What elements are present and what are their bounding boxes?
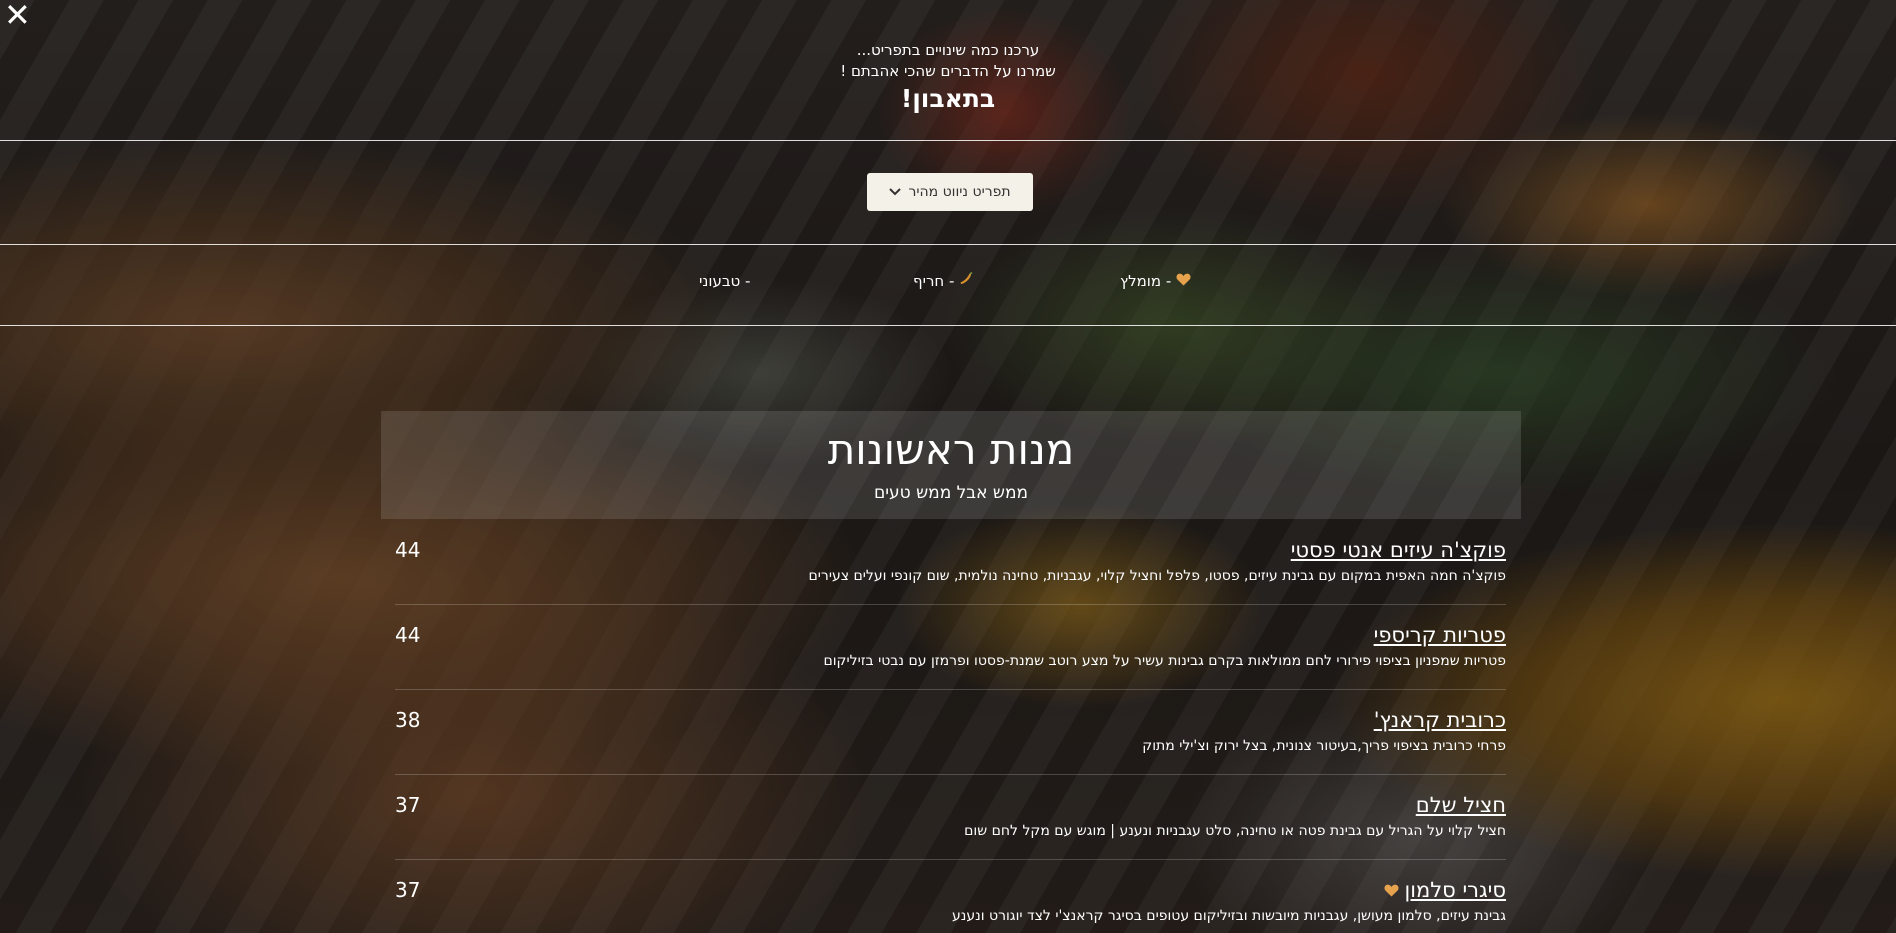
section-subtitle: ממש אבל ממש טעים [873, 483, 1029, 503]
chili-icon [959, 271, 973, 290]
intro-line-2: שמרנו על הדברים שהכי אהבתם ! [840, 62, 1056, 80]
menu-item: חציל שלם חציל קלוי על הגריל עם גבינת פטה… [395, 775, 1506, 860]
menu-item-name[interactable]: כרובית קראנץ' [1374, 707, 1506, 733]
legend-vegan: - טבעוני [699, 270, 750, 292]
menu-item: סיגרי סלמון גבינת עיזים, סלמון מעושן, עג… [395, 860, 1506, 933]
menu-item-description: פרחי כרובית בציפוי פריך,בעיטור צנונית, ב… [1142, 738, 1506, 754]
menu-list: פוקצ'ה עיזים אנטי פסטי פוקצ'ה חמה האפית … [395, 520, 1506, 933]
menu-item-name-text: חציל שלם [1415, 793, 1506, 817]
intro-headline: בתאבון! [900, 84, 996, 113]
heart-icon [1384, 879, 1399, 905]
menu-item: פטריות קריספי פטריות שמפניון בציפוי פירו… [395, 605, 1506, 690]
menu-item-price: 37 [395, 793, 421, 817]
quick-nav-button[interactable]: תפריט ניווט מהיר [867, 173, 1033, 211]
quick-nav-label: תפריט ניווט מהיר [908, 184, 1011, 200]
menu-item-name[interactable]: פוקצ'ה עיזים אנטי פסטי [1291, 537, 1506, 563]
menu-item-name-text: פטריות קריספי [1373, 623, 1506, 647]
menu-item-description: גבינת עיזים, סלמון מעושן, עגבניות מיובשו… [952, 908, 1506, 924]
legend-vegan-label: - טבעוני [699, 272, 751, 290]
legend-spicy-label: - חריף [913, 272, 955, 290]
legend-recommended: - מומלץ [1120, 270, 1191, 292]
menu-item-description: פוקצ'ה חמה האפית במקום עם גבינת עיזים, פ… [808, 568, 1506, 584]
menu-item-name[interactable]: חציל שלם [1416, 792, 1506, 818]
menu-item-name-text: כרובית קראנץ' [1373, 708, 1506, 732]
intro-line-1: ערכנו כמה שינויים בתפריט... [856, 41, 1040, 59]
menu-item: פוקצ'ה עיזים אנטי פסטי פוקצ'ה חמה האפית … [395, 520, 1506, 605]
menu-item-price: 44 [395, 538, 421, 562]
menu-item-price: 38 [395, 708, 421, 732]
menu-item-name[interactable]: פטריות קריספי [1374, 622, 1506, 648]
menu-item-name[interactable]: סיגרי סלמון [1384, 877, 1506, 905]
intro-message: ערכנו כמה שינויים בתפריט... שמרנו על הדב… [0, 40, 1896, 114]
menu-item-price: 37 [395, 878, 421, 902]
chevron-down-icon [889, 185, 902, 199]
menu-item-name-text: פוקצ'ה עיזים אנטי פסטי [1290, 538, 1506, 562]
menu-item-name-text: סיגרי סלמון [1404, 878, 1506, 902]
divider [0, 244, 1896, 245]
menu-item-description: חציל קלוי על הגריל עם גבינת פטה או טחינה… [964, 823, 1506, 839]
section-header: מנות ראשונות ממש אבל ממש טעים [381, 411, 1521, 519]
divider [0, 325, 1896, 326]
legend-spicy: - חריף [913, 270, 973, 292]
legend-recommended-label: - מומלץ [1120, 272, 1172, 290]
divider [0, 140, 1896, 141]
menu-item-description: פטריות שמפניון בציפוי פירורי לחם ממולאות… [823, 653, 1506, 669]
menu-item-price: 44 [395, 623, 421, 647]
section-title: מנות ראשונות [827, 425, 1075, 474]
menu-item: כרובית קראנץ' פרחי כרובית בציפוי פריך,בע… [395, 690, 1506, 775]
close-icon[interactable]: ✕ [4, 0, 31, 31]
heart-icon [1176, 272, 1191, 290]
